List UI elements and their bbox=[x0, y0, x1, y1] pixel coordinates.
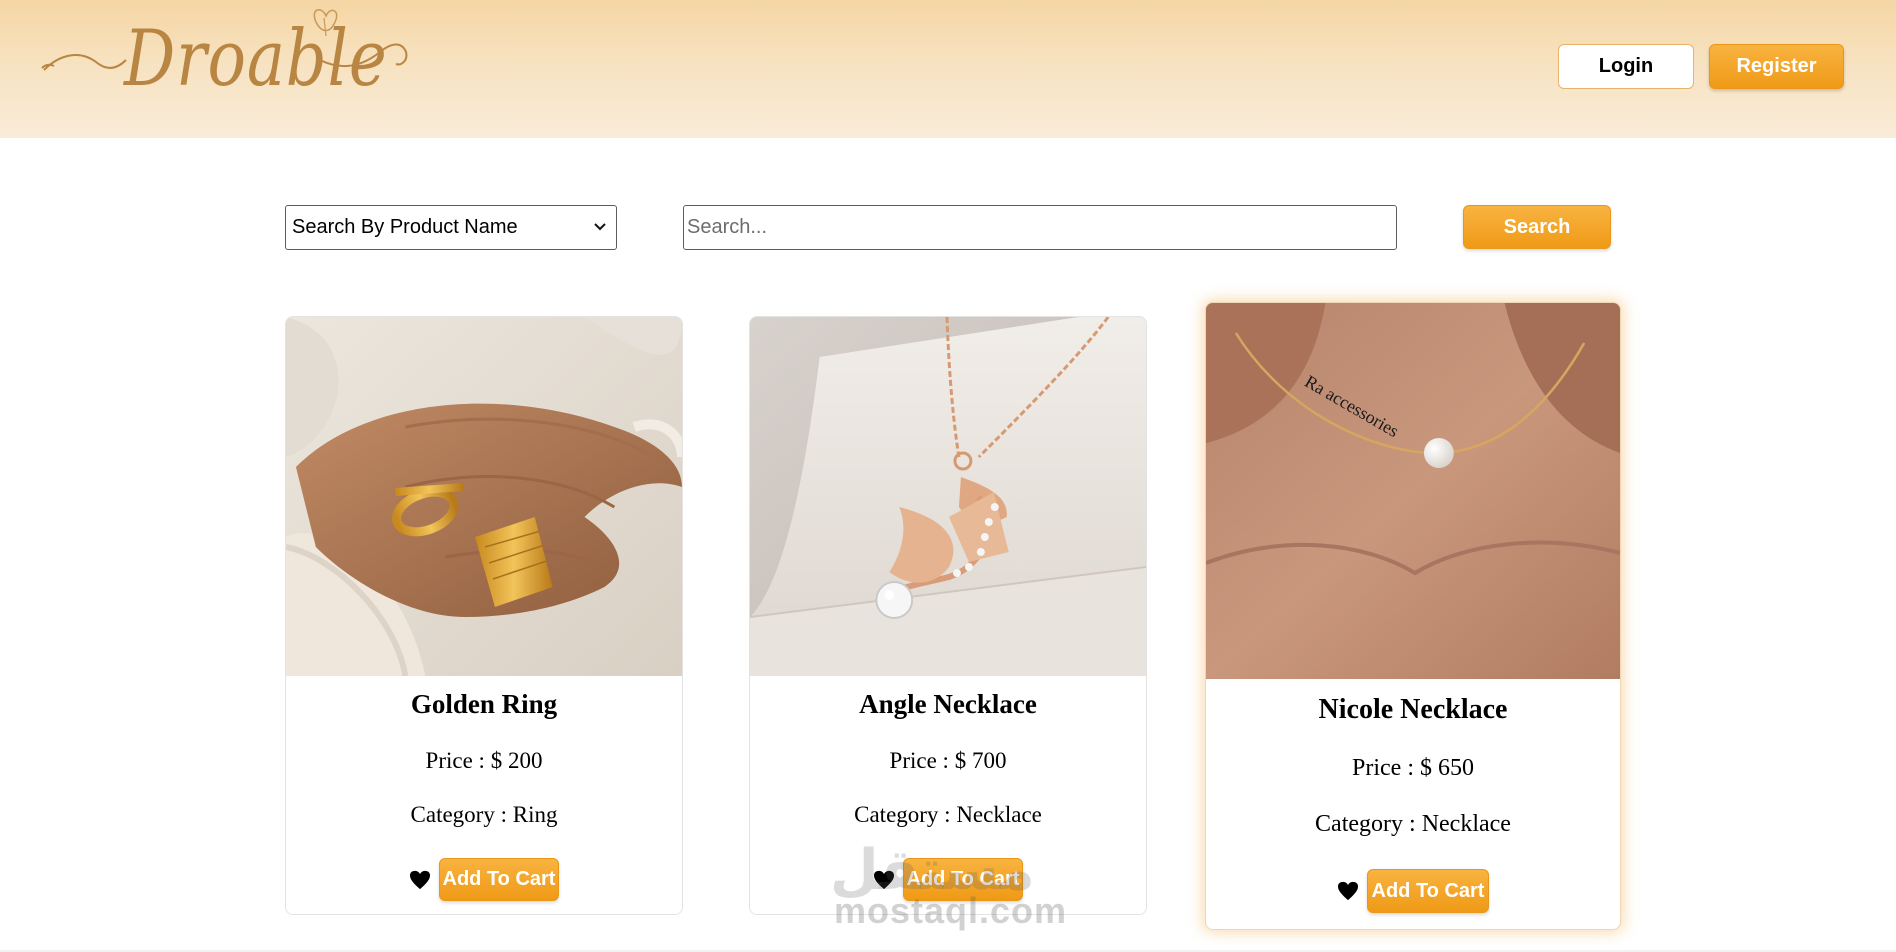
search-button[interactable]: Search bbox=[1463, 205, 1611, 249]
ring-photo-icon bbox=[286, 317, 682, 676]
heart-icon[interactable] bbox=[1337, 881, 1359, 901]
product-name: Golden Ring bbox=[410, 689, 558, 719]
product-card: Golden Ring Price : $ 200 Category : Rin… bbox=[285, 316, 683, 915]
product-category: Category : Necklace bbox=[854, 802, 1042, 827]
heart-icon[interactable] bbox=[873, 870, 895, 890]
site-header: Droable Login Register bbox=[0, 0, 1896, 138]
necklace-photo-icon bbox=[750, 317, 1146, 676]
add-to-cart-button[interactable]: Add To Cart bbox=[1367, 869, 1489, 913]
product-card: Ra accessories Nicole Necklace Price : $… bbox=[1205, 302, 1621, 930]
product-category: Category : Necklace bbox=[1315, 811, 1511, 837]
product-name: Nicole Necklace bbox=[1318, 694, 1508, 725]
card-actions: Add To Cart bbox=[286, 858, 682, 901]
heart-icon[interactable] bbox=[409, 870, 431, 890]
register-button[interactable]: Register bbox=[1709, 44, 1844, 89]
product-image[interactable] bbox=[750, 317, 1146, 676]
pearl-necklace-photo-icon: Ra accessories bbox=[1206, 303, 1620, 679]
card-actions: Add To Cart bbox=[750, 858, 1146, 901]
search-type-value: Search By Product Name bbox=[292, 216, 518, 238]
product-image[interactable]: Ra accessories bbox=[1206, 303, 1620, 679]
add-to-cart-button[interactable]: Add To Cart bbox=[438, 858, 560, 901]
chevron-down-icon bbox=[594, 223, 606, 231]
brand-name: Droable bbox=[124, 14, 388, 104]
product-category: Category : Ring bbox=[410, 802, 558, 827]
login-button[interactable]: Login bbox=[1558, 44, 1694, 89]
card-actions: Add To Cart bbox=[1206, 869, 1620, 913]
product-name: Angle Necklace bbox=[859, 689, 1037, 719]
product-price: Price : $ 700 bbox=[889, 748, 1007, 773]
search-input[interactable] bbox=[683, 205, 1397, 250]
product-price: Price : $ 200 bbox=[425, 748, 543, 773]
add-to-cart-button[interactable]: Add To Cart bbox=[902, 858, 1024, 901]
product-image[interactable] bbox=[286, 317, 682, 676]
search-type-select[interactable]: Search By Product Name bbox=[285, 205, 617, 250]
product-price: Price : $ 650 bbox=[1352, 755, 1474, 781]
product-card: Angle Necklace Price : $ 700 Category : … bbox=[749, 316, 1147, 915]
brand-logo[interactable]: Droable bbox=[40, 4, 420, 130]
